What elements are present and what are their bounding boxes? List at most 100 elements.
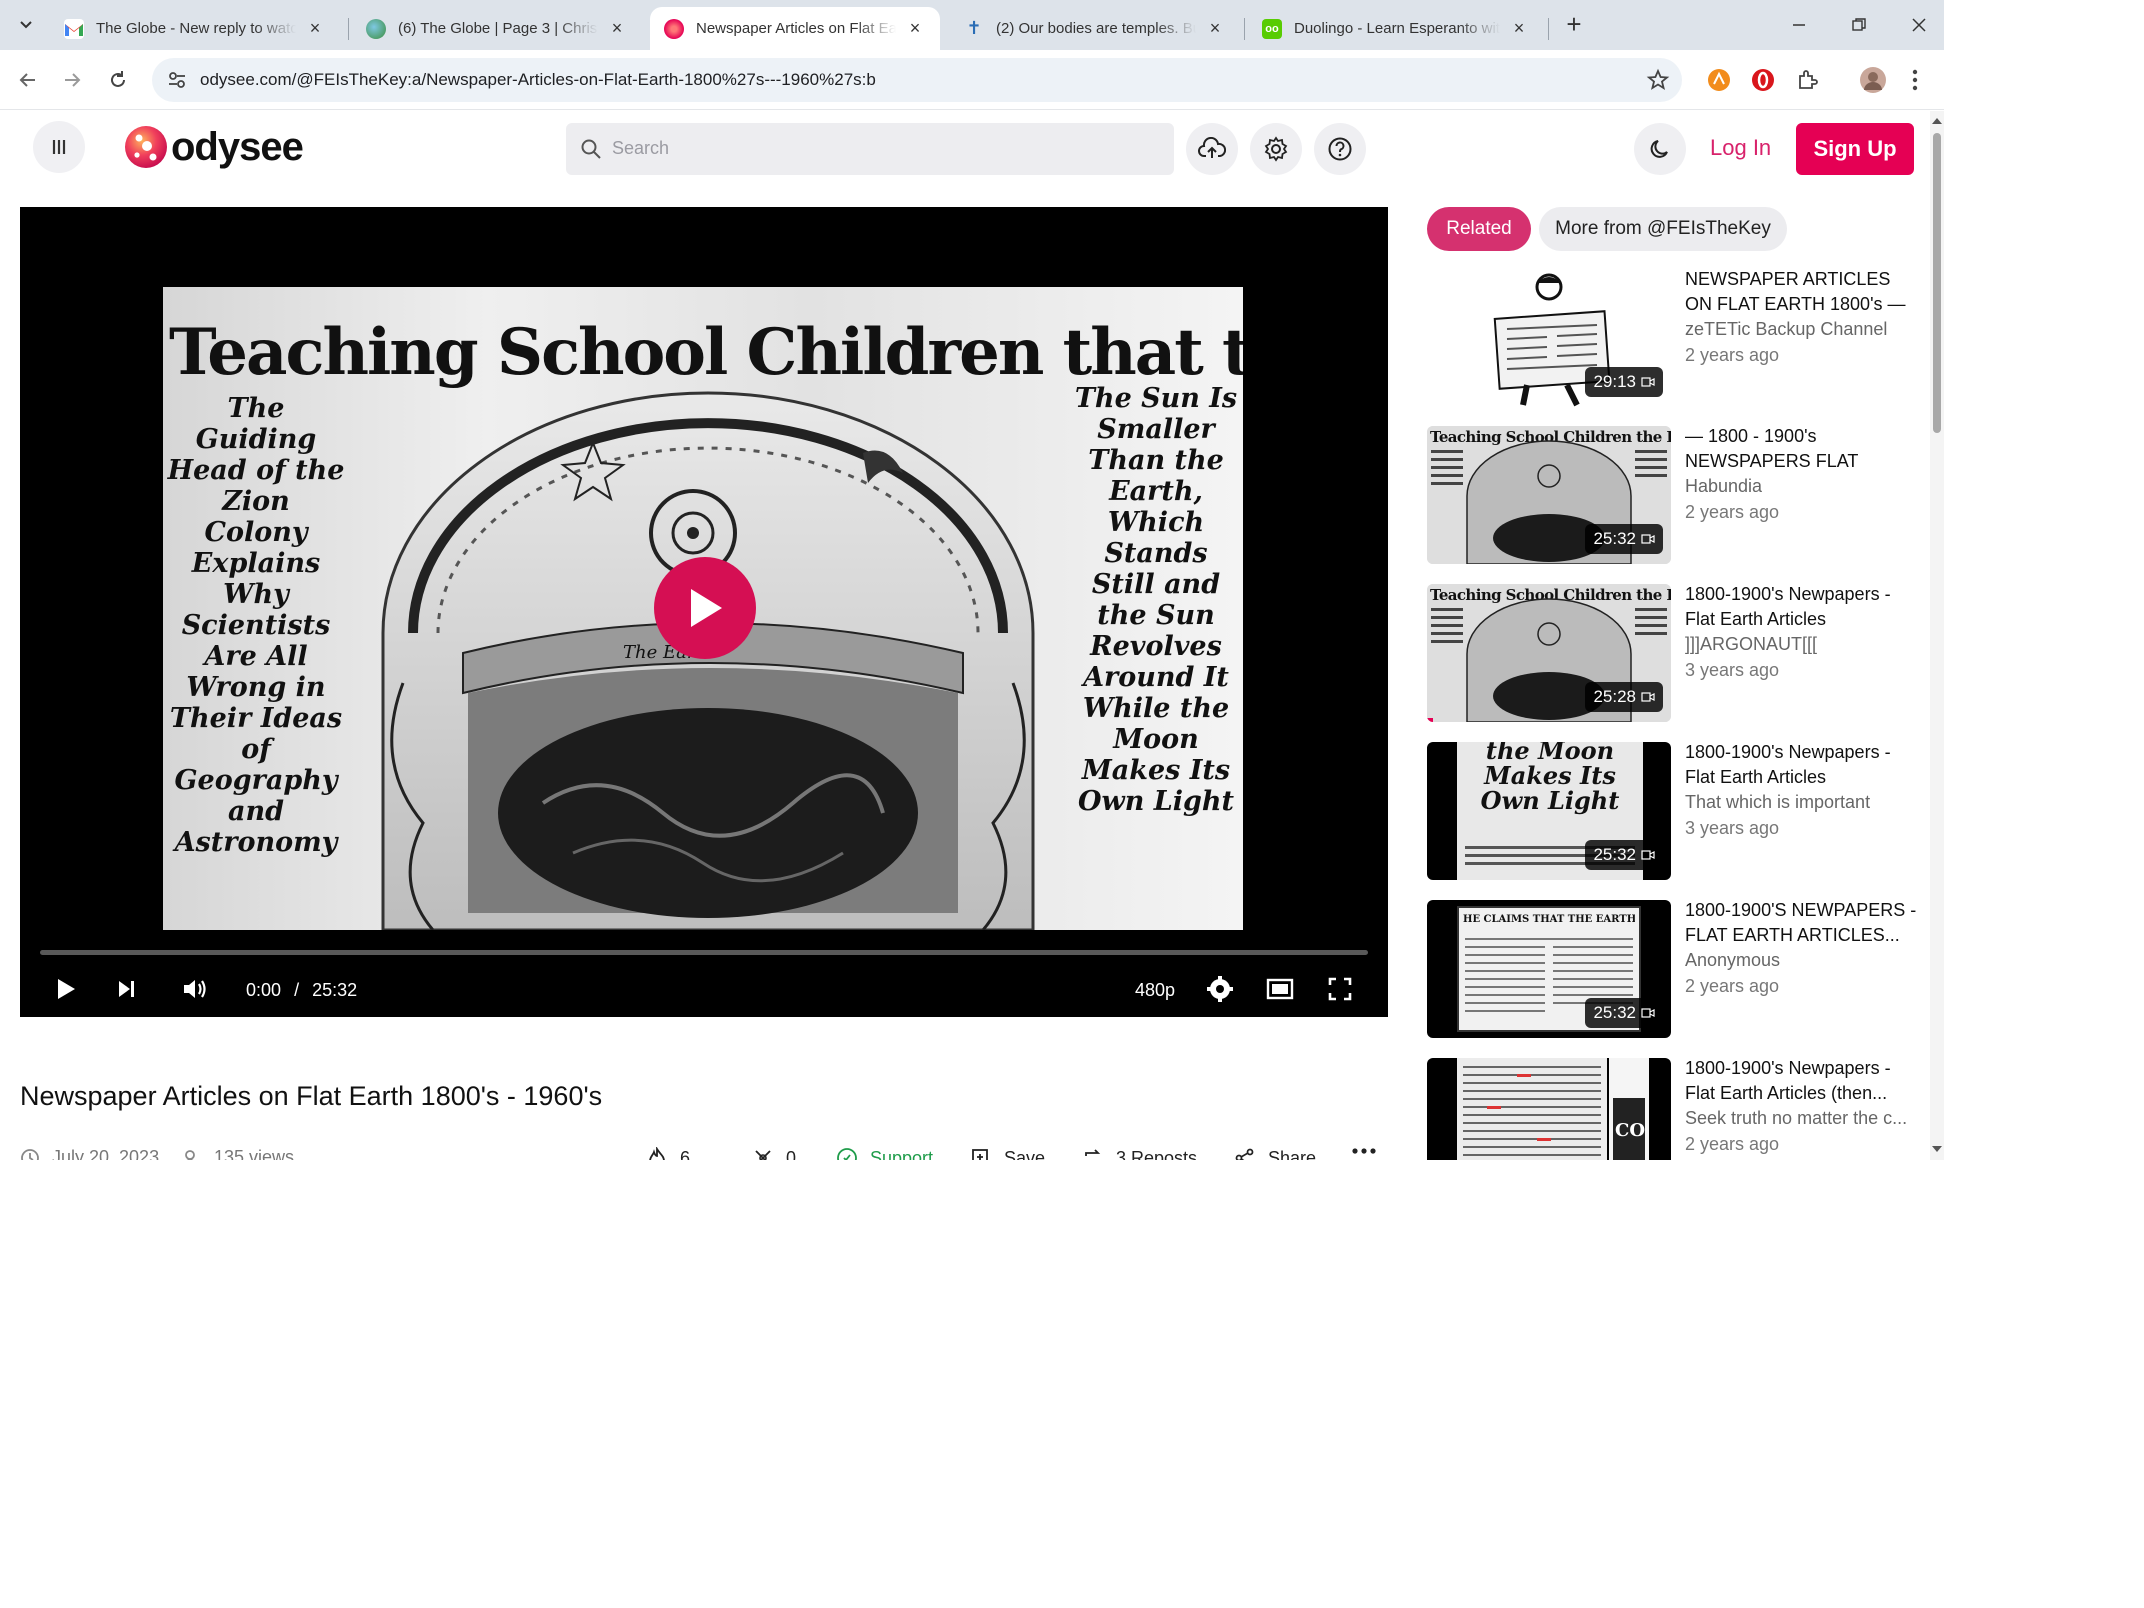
related-item[interactable]: CO 1800-1900's Newpapers - Flat Earth Ar… [1427,1058,1917,1160]
upload-button[interactable] [1186,123,1238,175]
duration-badge: 25:28 [1585,682,1663,712]
related-channel[interactable]: Habundia [1685,476,1917,497]
browser-menu-icon[interactable] [1904,65,1926,95]
close-tab-icon[interactable]: × [606,18,628,40]
related-title[interactable]: NEWSPAPER ARTICLES ON FLAT EARTH 1800's … [1685,267,1917,317]
video-meta-row: July 20, 2023 135 views 6 0 Support Save [20,1147,1390,1160]
login-link[interactable]: Log In [1710,135,1771,161]
tab-gmail[interactable]: The Globe - New reply to watched × [50,7,340,50]
like-button[interactable]: 6 [646,1147,690,1160]
reload-button[interactable] [102,64,134,96]
player-settings-button[interactable] [1202,971,1238,1007]
related-item[interactable]: the Moon Makes Its Own Light 25:32 1800-… [1427,742,1917,880]
gmail-icon [64,18,84,39]
new-tab-button[interactable]: + [1560,11,1588,38]
tab-bar: The Globe - New reply to watched × (6) T… [0,0,1944,50]
close-tab-icon[interactable]: × [1508,18,1530,40]
back-button[interactable] [12,64,44,96]
tab-more-from-channel[interactable]: More from @FEIsTheKey [1539,207,1787,251]
related-title[interactable]: 1800-1900's Newpapers - Flat Earth Artic… [1685,582,1917,632]
settings-button[interactable] [1250,123,1302,175]
tab-related[interactable]: Related [1427,207,1531,251]
progress-bar[interactable] [40,950,1368,955]
search-input[interactable]: Search [566,123,1174,175]
duration: 25:32 [312,980,358,1000]
big-play-button[interactable] [654,557,756,659]
support-label: Support [870,1147,934,1161]
close-tab-icon[interactable]: × [1204,18,1226,40]
related-item[interactable]: HE CLAIMS THAT THE EARTH IS FLAT 25:32 1… [1427,900,1917,1038]
current-time: 0:00 [246,980,282,1000]
scroll-down-arrow-icon[interactable] [1931,1143,1943,1155]
extension-red-icon[interactable] [1748,65,1778,95]
page-scrollbar[interactable] [1930,111,1944,1160]
related-channel[interactable]: Seek truth no matter the c... [1685,1108,1917,1129]
theater-mode-button[interactable] [1262,971,1298,1007]
skip-next-icon [119,981,134,997]
odysee-logo[interactable]: odysee [123,123,304,171]
play-button[interactable] [48,971,84,1007]
thumbnail-clipping-text: the Moon Makes Its Own Light [1480,742,1620,815]
related-title[interactable]: 1800-1900's Newpapers - Flat Earth Artic… [1685,740,1917,790]
tab-title: Duolingo - Learn Esperanto with [1294,20,1500,37]
dislike-button[interactable]: 0 [752,1147,796,1160]
views-icon [185,1149,195,1160]
tab-temples[interactable]: ✝ (2) Our bodies are temples. But × [950,7,1240,50]
forward-button[interactable] [56,64,88,96]
help-button[interactable] [1314,123,1366,175]
fullscreen-icon [1328,977,1352,1001]
related-channel[interactable]: That which is important [1685,792,1917,813]
related-item[interactable]: 29:13 NEWSPAPER ARTICLES ON FLAT EARTH 1… [1427,269,1917,407]
related-item[interactable]: Teaching School Children the Earth is Fl… [1427,584,1917,722]
related-channel[interactable]: zeTETic Backup Channel [1685,319,1917,340]
extension-orange-icon[interactable] [1704,65,1734,95]
repost-button[interactable]: 3 Reposts [1082,1147,1197,1160]
help-icon [1328,137,1352,161]
tab-separator [1244,18,1245,40]
related-item[interactable]: Teaching School Children the Earth is Fl… [1427,426,1917,564]
address-bar[interactable]: odysee.com/@FEIsTheKey:a/Newspaper-Artic… [152,58,1682,102]
related-title[interactable]: — 1800 - 1900's NEWSPAPERS FLAT EARTH... [1685,424,1917,474]
tab-search-button[interactable] [12,12,40,38]
share-button[interactable]: Share [1234,1147,1316,1160]
volume-button[interactable] [176,971,216,1007]
tab-title: The Globe - New reply to watched [96,20,296,37]
tab-globe-forum[interactable]: (6) The Globe | Page 3 | Christian × [352,7,642,50]
tab-odysee[interactable]: Newspaper Articles on Flat Earth × [650,7,940,50]
minimize-button[interactable] [1776,8,1822,42]
related-title[interactable]: 1800-1900'S NEWPAPERS - FLAT EARTH ARTIC… [1685,898,1917,948]
support-button[interactable]: Support [836,1147,933,1160]
scrollbar-thumb[interactable] [1933,133,1941,433]
restore-button[interactable] [1836,8,1882,42]
related-channel[interactable]: Anonymous [1685,950,1917,971]
extensions-puzzle-icon[interactable] [1792,65,1822,95]
signup-button[interactable]: Sign Up [1796,123,1914,175]
thumbnail-right-column: The Sun Is Smaller Than the Earth, Which… [1074,383,1238,817]
related-title[interactable]: 1800-1900's Newpapers - Flat Earth Artic… [1685,1056,1917,1106]
site-info-icon[interactable] [166,69,188,91]
tab-duolingo[interactable]: oo Duolingo - Learn Esperanto with × [1248,7,1544,50]
theme-toggle-button[interactable] [1634,123,1686,175]
video-player[interactable]: Teaching School Children that the Earth … [20,207,1388,1017]
next-button[interactable] [108,971,144,1007]
more-actions-button[interactable] [1352,1147,1388,1155]
close-tab-icon[interactable]: × [304,18,326,40]
save-button[interactable]: Save [970,1147,1045,1160]
quality-label[interactable]: 480p [1135,980,1175,1001]
search-placeholder: Search [612,138,670,158]
browser-window: The Globe - New reply to watched × (6) T… [0,0,1944,1160]
gear-icon [1207,976,1233,1002]
view-count: 135 views [182,1147,294,1160]
sidebar-toggle-button[interactable] [33,121,85,173]
newspaper-column-illustration: CO [1457,1058,1649,1160]
thumbnail-headline: Teaching School Children that the Earth … [169,315,1243,390]
related-date: 2 years ago [1685,976,1780,996]
profile-avatar[interactable] [1858,65,1888,95]
fullscreen-button[interactable] [1322,971,1358,1007]
chevron-down-icon [20,21,32,29]
scroll-up-arrow-icon[interactable] [1931,115,1943,127]
close-window-button[interactable] [1896,8,1942,42]
related-channel[interactable]: ]]]ARGONAUT[[[ [1685,634,1917,655]
bookmark-star-icon[interactable] [1646,68,1670,92]
close-tab-icon[interactable]: × [904,18,926,40]
